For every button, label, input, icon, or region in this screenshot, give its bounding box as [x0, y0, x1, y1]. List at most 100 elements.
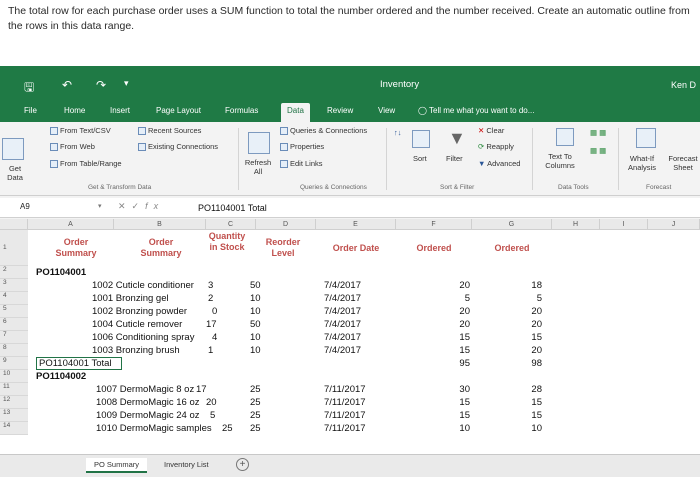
- item-date[interactable]: 7/4/2017: [324, 319, 361, 330]
- item-received[interactable]: 28: [508, 384, 542, 395]
- tab-view[interactable]: View: [378, 106, 395, 115]
- select-all-corner[interactable]: [0, 219, 28, 230]
- item-qty[interactable]: 1: [208, 345, 213, 356]
- row-header[interactable]: 1: [0, 230, 28, 266]
- item-reorder[interactable]: 50: [250, 319, 261, 330]
- column-header[interactable]: D: [256, 219, 316, 230]
- header-order-summary-b[interactable]: Order Summary: [130, 237, 192, 259]
- po-number-cell[interactable]: PO1104002: [36, 371, 86, 382]
- item-reorder[interactable]: 10: [250, 332, 261, 343]
- edit-links-button[interactable]: Edit Links: [280, 159, 323, 169]
- from-web-button[interactable]: From Web: [50, 142, 95, 152]
- item-date[interactable]: 7/11/2017: [324, 423, 366, 434]
- tab-review[interactable]: Review: [327, 106, 353, 115]
- reapply-button[interactable]: ⟳ Reapply: [478, 142, 514, 151]
- item-date[interactable]: 7/4/2017: [324, 332, 361, 343]
- item-received[interactable]: 20: [508, 345, 542, 356]
- item-date[interactable]: 7/11/2017: [324, 397, 366, 408]
- item-ordered[interactable]: 10: [436, 423, 470, 434]
- item-date[interactable]: 7/11/2017: [324, 384, 366, 395]
- sort-button[interactable]: Sort: [413, 154, 427, 163]
- po-number-cell[interactable]: PO1104001: [36, 267, 86, 278]
- item-description[interactable]: 1003 Bronzing brush: [92, 345, 180, 356]
- item-date[interactable]: 7/4/2017: [324, 306, 361, 317]
- column-header[interactable]: E: [316, 219, 396, 230]
- text-to-columns-button[interactable]: Text To Columns: [538, 152, 582, 170]
- header-ordered-f[interactable]: Ordered: [400, 243, 468, 254]
- item-qty[interactable]: 0: [212, 306, 217, 317]
- existing-connections-button[interactable]: Existing Connections: [138, 142, 218, 152]
- item-qty[interactable]: 20: [206, 397, 217, 408]
- column-header[interactable]: H: [552, 219, 600, 230]
- column-header[interactable]: G: [472, 219, 552, 230]
- header-reorder-level[interactable]: Reorder Level: [258, 237, 308, 259]
- item-description[interactable]: 1002 Cuticle conditioner: [92, 280, 194, 291]
- item-description[interactable]: 1007 DermoMagic 8 oz: [96, 384, 194, 395]
- refresh-all-button[interactable]: Refresh All: [240, 158, 276, 176]
- column-header[interactable]: A: [28, 219, 114, 230]
- item-reorder[interactable]: 25: [250, 410, 261, 421]
- item-ordered[interactable]: 20: [436, 280, 470, 291]
- item-reorder[interactable]: 25: [250, 423, 261, 434]
- row-header[interactable]: 11: [0, 383, 28, 396]
- row-header[interactable]: 6: [0, 318, 28, 331]
- undo-icon[interactable]: ↶: [62, 78, 72, 92]
- item-reorder[interactable]: 50: [250, 280, 261, 291]
- item-received[interactable]: 20: [508, 306, 542, 317]
- row-header[interactable]: 4: [0, 292, 28, 305]
- tell-me-box[interactable]: ◯ Tell me what you want to do...: [418, 106, 534, 115]
- item-date[interactable]: 7/11/2017: [324, 410, 366, 421]
- item-description[interactable]: 1010 DermoMagic samples: [96, 423, 212, 434]
- item-reorder[interactable]: 10: [250, 293, 261, 304]
- item-ordered[interactable]: 30: [436, 384, 470, 395]
- item-reorder[interactable]: 25: [250, 397, 261, 408]
- row-header[interactable]: 14: [0, 422, 28, 435]
- item-ordered[interactable]: 20: [436, 319, 470, 330]
- item-qty[interactable]: 17: [196, 384, 207, 395]
- item-ordered[interactable]: 15: [436, 397, 470, 408]
- row-header[interactable]: 9: [0, 357, 28, 370]
- save-icon[interactable]: 🖫: [24, 78, 34, 99]
- column-header[interactable]: J: [648, 219, 700, 230]
- item-received[interactable]: 20: [508, 319, 542, 330]
- flash-fill-icon[interactable]: ▦ ▦: [590, 128, 606, 137]
- recent-sources-button[interactable]: Recent Sources: [138, 126, 201, 136]
- item-qty[interactable]: 2: [208, 293, 213, 304]
- item-received[interactable]: 18: [508, 280, 542, 291]
- from-text-csv-button[interactable]: From Text/CSV: [50, 126, 111, 136]
- item-qty[interactable]: 3: [208, 280, 213, 291]
- row-header[interactable]: 8: [0, 344, 28, 357]
- column-header[interactable]: F: [396, 219, 472, 230]
- queries-connections-button[interactable]: Queries & Connections: [280, 126, 367, 136]
- item-description[interactable]: 1001 Bronzing gel: [92, 293, 169, 304]
- from-table-button[interactable]: From Table/Range: [50, 159, 122, 169]
- item-received[interactable]: 5: [508, 293, 542, 304]
- header-quantity-in-stock[interactable]: Quantity in Stock: [204, 231, 250, 253]
- row-header[interactable]: 10: [0, 370, 28, 383]
- redo-icon[interactable]: ↷: [96, 78, 106, 92]
- item-description[interactable]: 1008 DermoMagic 16 oz: [96, 397, 200, 408]
- item-ordered[interactable]: 15: [436, 410, 470, 421]
- name-box-dropdown-icon[interactable]: ▾: [98, 202, 102, 210]
- column-header[interactable]: C: [206, 219, 256, 230]
- item-received[interactable]: 15: [508, 410, 542, 421]
- sheet-tab-inventory-list[interactable]: Inventory List: [156, 458, 217, 473]
- remove-duplicates-icon[interactable]: ▦ ▦: [590, 146, 606, 155]
- tab-file[interactable]: File: [24, 106, 37, 115]
- enter-icon[interactable]: ✓: [132, 201, 146, 211]
- tab-home[interactable]: Home: [64, 106, 85, 115]
- item-date[interactable]: 7/4/2017: [324, 293, 361, 304]
- item-received[interactable]: 10: [508, 423, 542, 434]
- item-qty[interactable]: 4: [212, 332, 217, 343]
- forecast-sheet-button[interactable]: Forecast Sheet: [666, 154, 700, 172]
- name-box[interactable]: A9: [20, 202, 88, 211]
- row-header[interactable]: 2: [0, 266, 28, 279]
- item-ordered[interactable]: 20: [436, 306, 470, 317]
- item-description[interactable]: 1006 Conditioning spray: [92, 332, 194, 343]
- total-ordered[interactable]: 95: [436, 358, 470, 369]
- properties-button[interactable]: Properties: [280, 142, 324, 152]
- item-reorder[interactable]: 25: [250, 384, 261, 395]
- selected-cell-a9[interactable]: PO1104001 Total: [36, 357, 122, 370]
- tab-page-layout[interactable]: Page Layout: [156, 106, 201, 115]
- row-header[interactable]: 5: [0, 305, 28, 318]
